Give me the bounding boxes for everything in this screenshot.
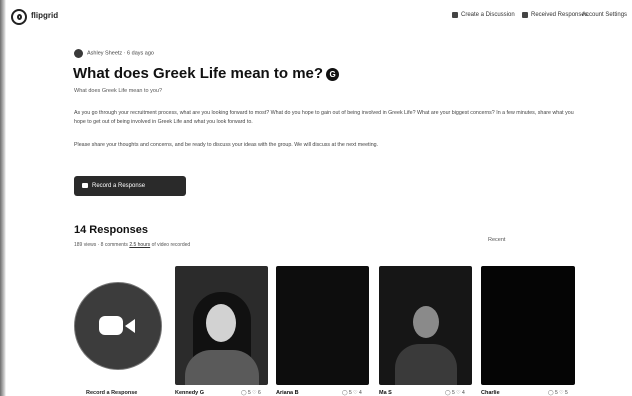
prompt-instructions: Please share your thoughts and concerns,… <box>74 142 379 148</box>
video-camera-lens-icon <box>125 319 135 333</box>
camera-icon <box>82 183 88 188</box>
response-video-tile[interactable] <box>276 266 369 385</box>
video-thumbnail-face <box>206 304 236 342</box>
scan-edge <box>0 0 6 396</box>
response-author-name[interactable]: Charlie <box>481 390 500 396</box>
prompt-author: Ashley Sheetz · 6 days ago <box>74 49 154 59</box>
response-author-name[interactable]: Ma S <box>379 390 392 396</box>
response-stats: ◯ 5 ♡ 4 <box>445 390 465 396</box>
video-thumbnail-body <box>395 344 457 385</box>
video-thumbnail-face <box>413 306 439 338</box>
page-title: What does Greek Life mean to me? G <box>73 65 340 82</box>
nav-received-responses[interactable]: Received Responses <box>522 12 588 19</box>
nav-create-discussion[interactable]: Create a Discussion <box>452 12 515 19</box>
brand-name[interactable]: flipgrid <box>31 11 58 20</box>
plus-icon <box>452 12 458 18</box>
response-stats: ◯ 5 ♡ 6 <box>241 390 261 396</box>
avatar <box>74 49 83 58</box>
response-video-tile[interactable] <box>175 266 268 385</box>
response-stats: ◯ 5 ♡ 4 <box>342 390 362 396</box>
nav-account-settings[interactable]: Account Settings <box>582 12 627 19</box>
record-circle-button[interactable] <box>74 282 162 370</box>
response-stats: ◯ 5 ♡ 5 <box>548 390 568 396</box>
top-bar: flipgrid Create a Discussion Received Re… <box>0 0 632 38</box>
response-author-name[interactable]: Kennedy G <box>175 390 204 396</box>
sort-dropdown[interactable]: Recent <box>488 237 505 243</box>
response-author-name[interactable]: Ariana B <box>276 390 299 396</box>
responses-heading: 14 Responses <box>74 224 148 236</box>
responses-meta: 189 views · 8 comments 2.5 hours of vide… <box>74 242 191 248</box>
video-icon <box>522 12 528 18</box>
record-response-tile[interactable]: Record a Response <box>70 266 166 396</box>
response-video-tile[interactable] <box>379 266 472 385</box>
record-response-button[interactable]: Record a Response <box>74 176 186 196</box>
video-thumbnail-body <box>185 350 259 385</box>
video-camera-icon <box>99 316 123 335</box>
prompt-description: As you go through your recruitment proce… <box>74 110 574 125</box>
topic-badge-icon: G <box>326 68 340 81</box>
response-video-tile[interactable] <box>481 266 575 385</box>
flipgrid-logo-icon[interactable] <box>11 9 27 25</box>
prompt-subtitle: What does Greek Life mean to you? <box>74 88 163 94</box>
video-duration-link[interactable]: 2.5 hours <box>129 242 150 248</box>
record-tile-label: Record a Response <box>86 390 138 396</box>
